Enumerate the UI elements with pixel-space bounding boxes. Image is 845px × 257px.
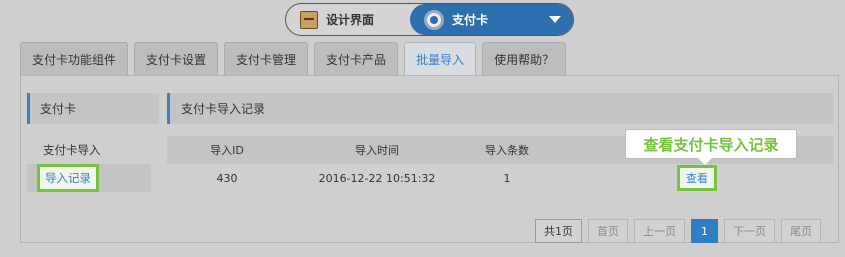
tab-help[interactable]: 使用帮助？ [482, 42, 567, 75]
cell-action: 查看 [667, 164, 727, 192]
app-frame: 设计界面 支付卡 支付卡功能组件 支付卡设置 支付卡管理 支付卡产品 批量导入 … [0, 0, 845, 257]
current-page-button[interactable]: 1 [691, 219, 718, 243]
tab-card-components[interactable]: 支付卡功能组件 [20, 42, 129, 75]
first-page-button[interactable]: 首页 [588, 219, 628, 243]
sidebar-item-card-import[interactable]: 支付卡导入 [27, 136, 159, 164]
sidebar: 支付卡 支付卡导入 导入记录 [27, 93, 159, 220]
chevron-down-icon [549, 16, 561, 23]
column-header-count: 导入条数 [485, 144, 529, 157]
cell-import-id: 430 [216, 171, 238, 185]
page-title: 支付卡导入记录 [167, 93, 833, 124]
cell-import-time: 2016-12-22 10:51:32 [318, 171, 436, 185]
tab-card-products[interactable]: 支付卡产品 [314, 42, 399, 75]
cell-import-count: 1 [503, 171, 511, 185]
page-total: 共1页 [535, 219, 582, 243]
mode-switcher[interactable]: 设计界面 支付卡 [285, 3, 574, 36]
last-page-button[interactable]: 尾页 [781, 219, 821, 243]
design-tool-icon [300, 10, 318, 29]
gear-icon [424, 9, 444, 30]
sidebar-item-label: 导入记录 [37, 164, 99, 192]
column-header-id: 导入ID [210, 144, 244, 157]
tab-bar: 支付卡功能组件 支付卡设置 支付卡管理 支付卡产品 批量导入 使用帮助？ [20, 42, 567, 75]
sidebar-title: 支付卡 [27, 93, 159, 124]
column-header-time: 导入时间 [355, 144, 399, 157]
next-page-button[interactable]: 下一页 [724, 219, 775, 243]
tab-card-management[interactable]: 支付卡管理 [224, 42, 309, 75]
payment-card-dropdown[interactable]: 支付卡 [410, 4, 573, 35]
annotation-tooltip: 查看支付卡导入记录 [625, 129, 797, 165]
prev-page-button[interactable]: 上一页 [634, 219, 685, 243]
table-row: 430 2016-12-22 10:51:32 1 查看 [167, 164, 833, 192]
payment-card-label: 支付卡 [452, 13, 489, 27]
design-mode-button[interactable]: 设计界面 [286, 4, 411, 35]
design-mode-label: 设计界面 [326, 13, 375, 27]
tab-card-settings[interactable]: 支付卡设置 [134, 42, 219, 75]
view-record-link[interactable]: 查看 [677, 165, 717, 191]
content-panel: 支付卡 支付卡导入 导入记录 支付卡导入记录 导入ID 导入时间 导入条数 43… [20, 75, 839, 243]
sidebar-item-import-records[interactable]: 导入记录 [27, 164, 151, 192]
pagination: 共1页 首页 上一页 1 下一页 尾页 [535, 219, 821, 243]
tab-batch-import[interactable]: 批量导入 [404, 42, 477, 75]
